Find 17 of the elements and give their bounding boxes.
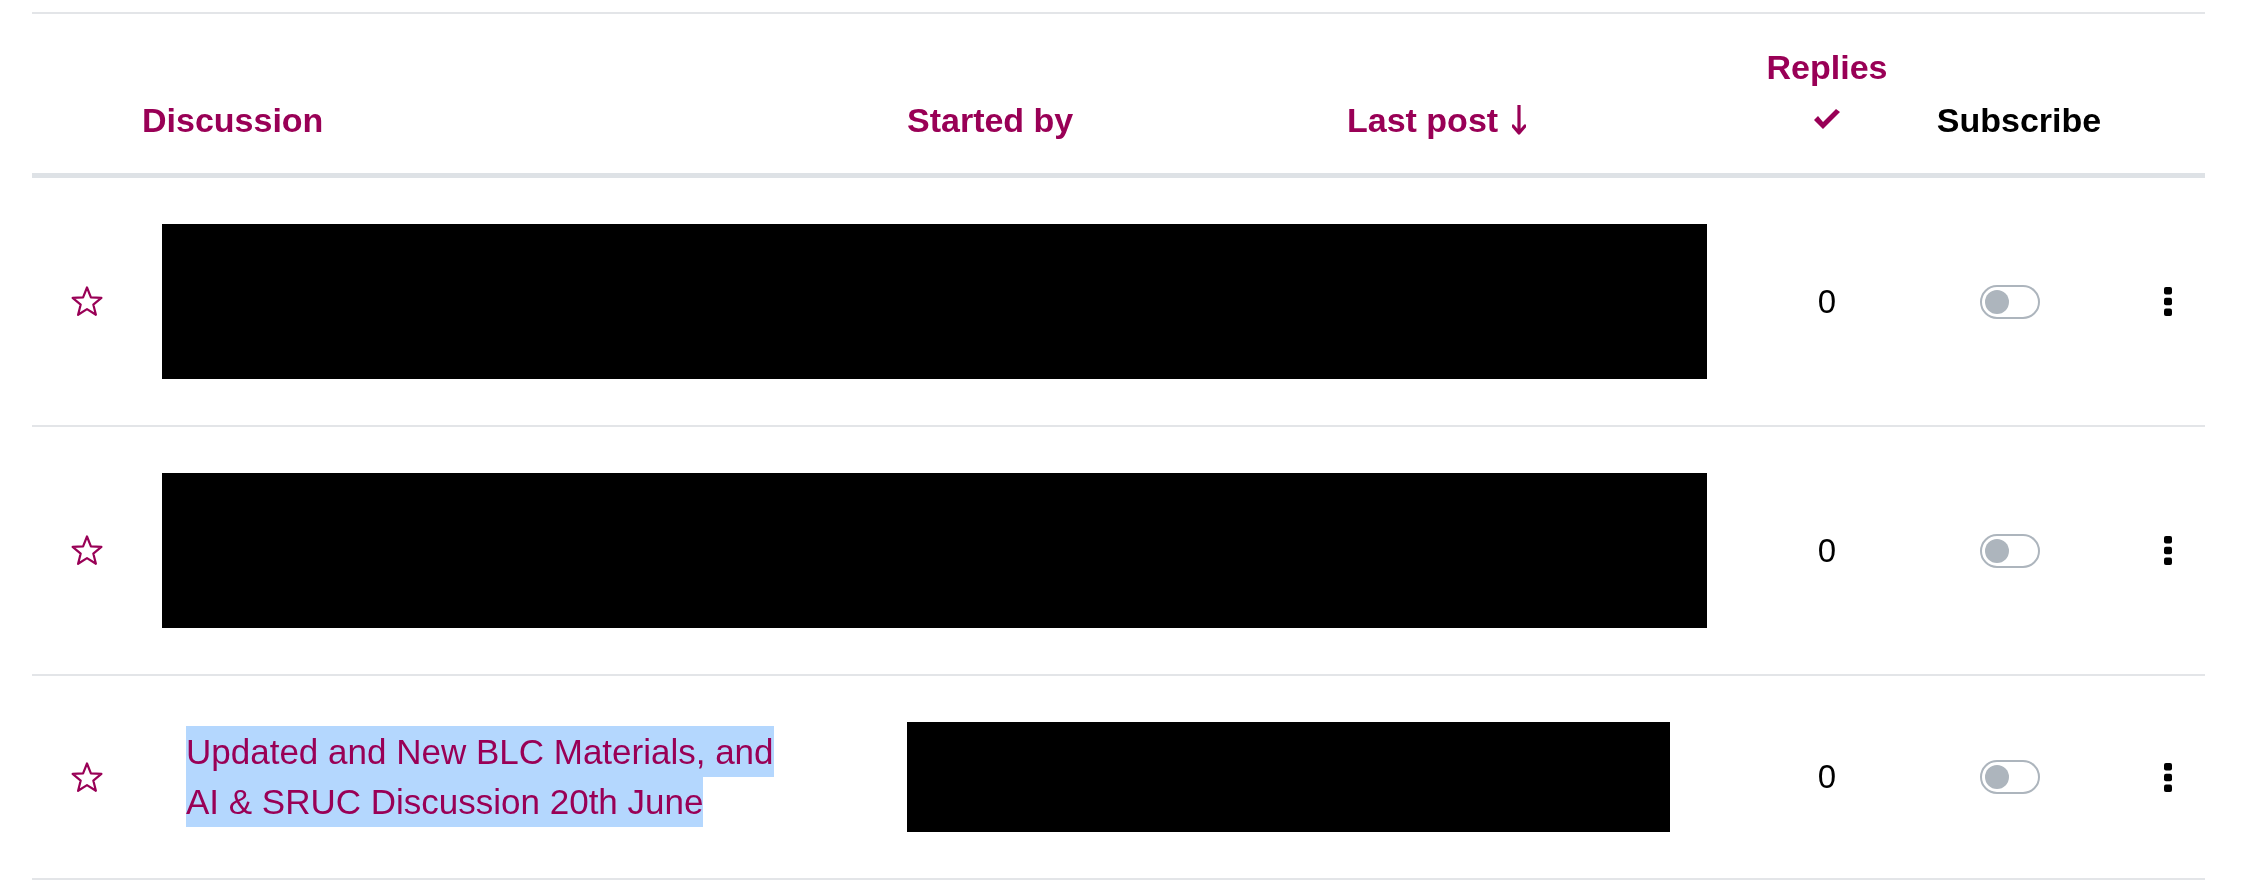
subscribe-toggle[interactable] bbox=[1980, 760, 2040, 794]
star-icon[interactable] bbox=[71, 535, 103, 566]
star-icon[interactable] bbox=[71, 761, 103, 793]
column-sort-link[interactable]: Started by bbox=[907, 96, 1074, 144]
star-icon[interactable] bbox=[71, 286, 103, 317]
subscribe-toggle[interactable] bbox=[1980, 284, 2040, 319]
reply-count: 0 bbox=[1817, 281, 1837, 322]
column-header: Subscribe bbox=[1936, 100, 2102, 141]
column-sort-link[interactable]: Last post bbox=[1347, 96, 1499, 144]
more-options-icon[interactable] bbox=[2164, 287, 2172, 316]
column-sort-link[interactable]: Discussion bbox=[142, 96, 324, 144]
more-options-icon[interactable] bbox=[2164, 536, 2172, 565]
reply-count: 0 bbox=[1817, 530, 1837, 571]
subscribe-toggle[interactable] bbox=[1980, 533, 2040, 568]
more-options-icon[interactable] bbox=[2164, 762, 2172, 792]
column-sort-link[interactable]: Replies bbox=[1766, 43, 1888, 91]
reply-count: 0 bbox=[1817, 757, 1837, 797]
